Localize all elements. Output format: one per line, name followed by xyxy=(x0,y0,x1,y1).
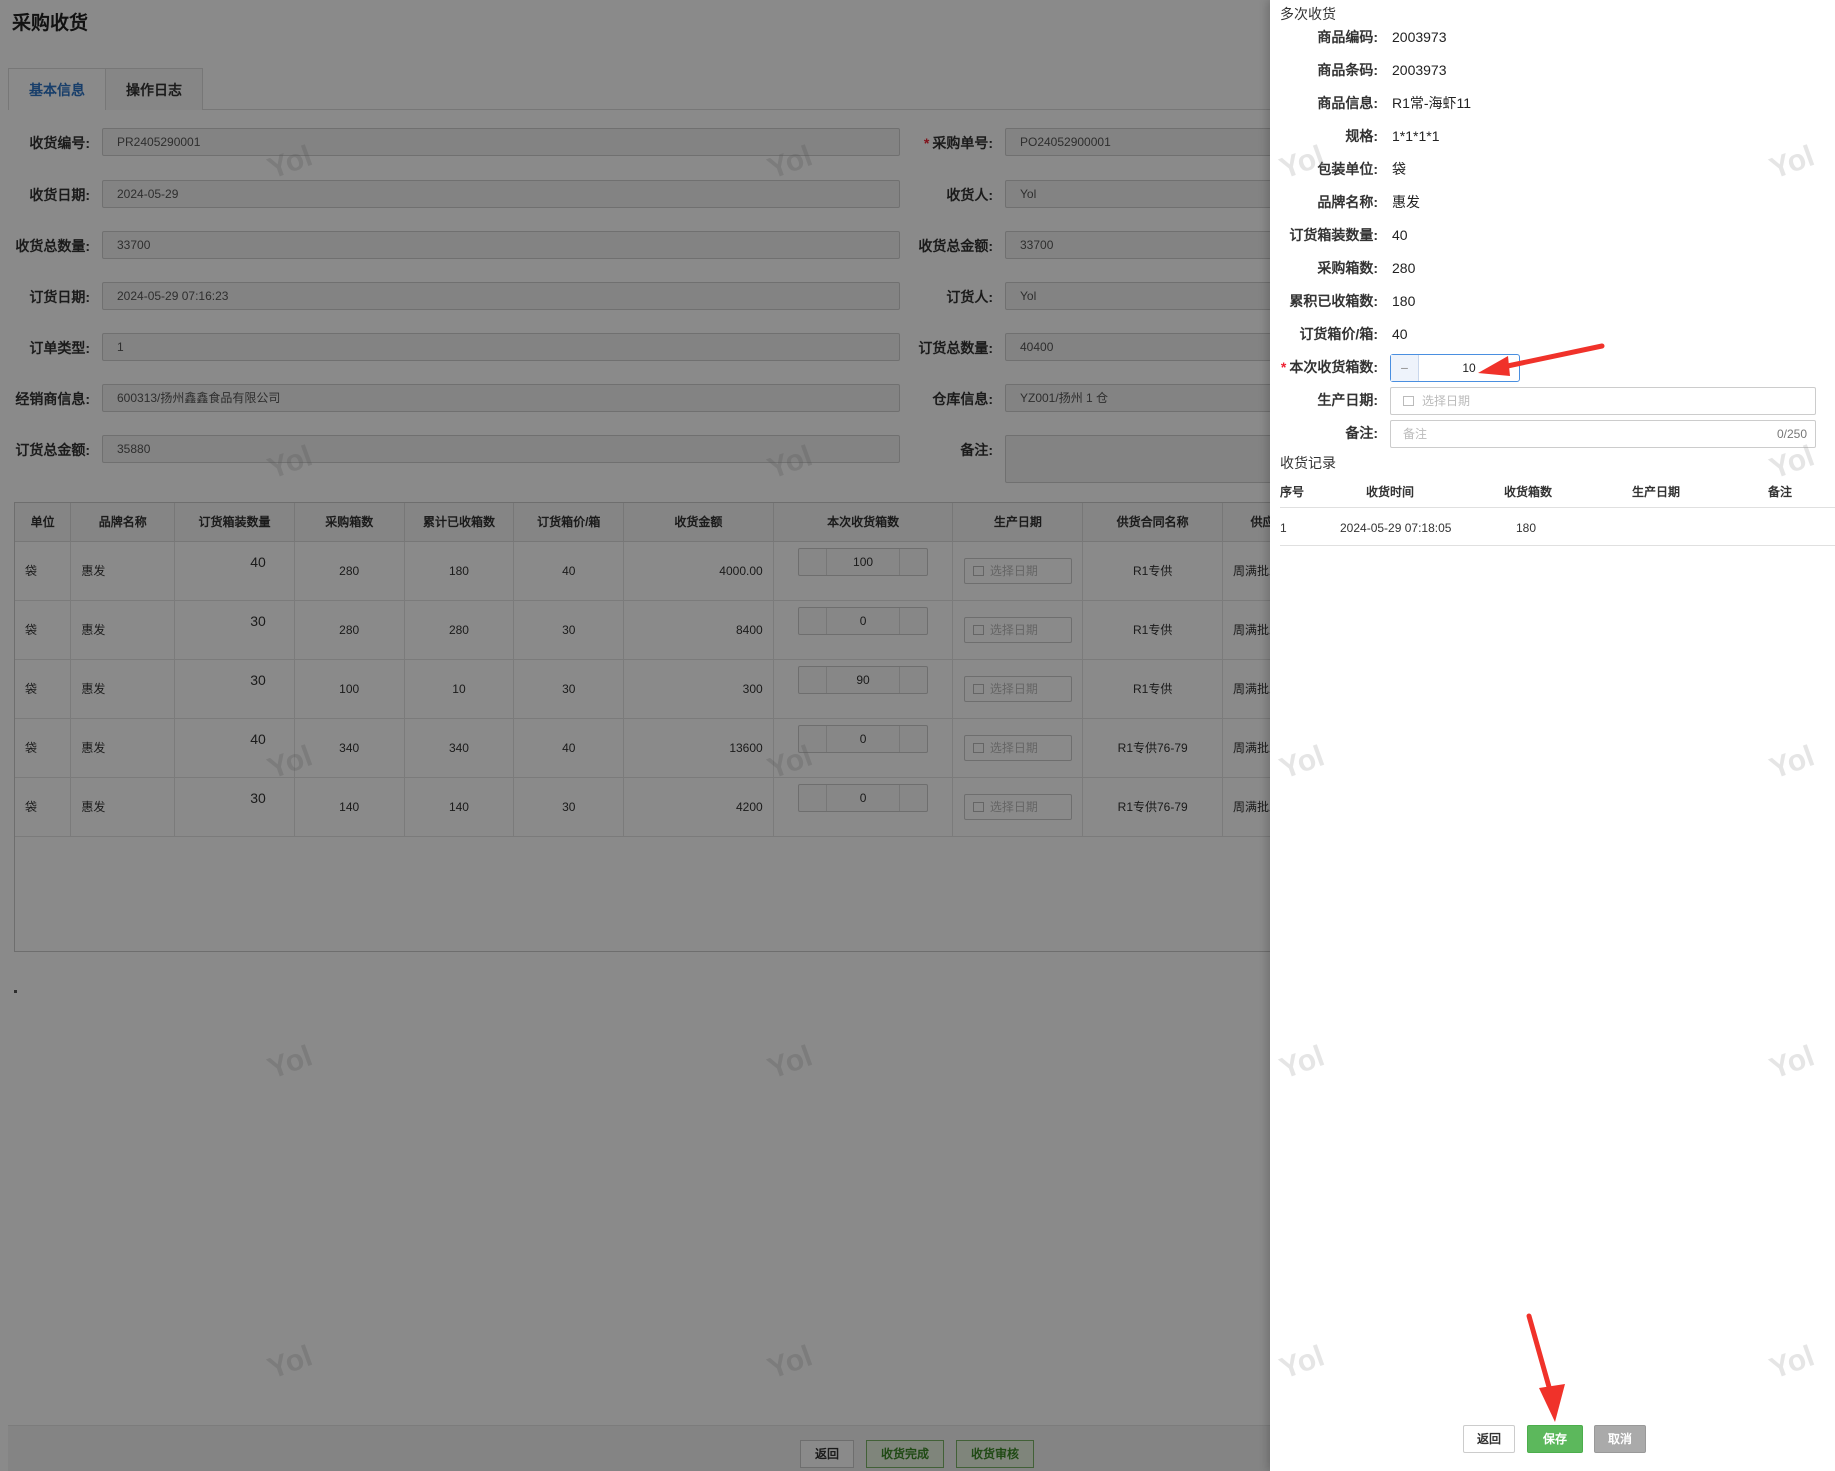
production-date-picker[interactable]: 选择日期 xyxy=(1390,387,1816,415)
info-row-box-price: 订货箱价/箱: 40 xyxy=(1270,323,1830,345)
info-label: 品牌名称: xyxy=(1317,194,1378,210)
required-mark: * xyxy=(1280,359,1287,375)
info-label: 商品编码: xyxy=(1317,29,1378,45)
watermark: Yol xyxy=(1765,739,1819,786)
records-row: 1 2024-05-29 07:18:05 180 xyxy=(1280,510,1835,546)
records-col-date: 生产日期 xyxy=(1632,485,1681,499)
records-col-remark: 备注 xyxy=(1768,485,1793,499)
info-value: 2003973 xyxy=(1392,62,1447,78)
info-row-spec: 规格: 1*1*1*1 xyxy=(1270,125,1830,147)
this-receipt-label: * 本次收货箱数: xyxy=(1280,359,1378,375)
records-header-row: 序号 收货时间 收货箱数 生产日期 备注 xyxy=(1280,476,1835,508)
info-value: 惠发 xyxy=(1392,194,1420,210)
info-value: 280 xyxy=(1392,260,1416,276)
info-row-product-code: 商品编码: 2003973 xyxy=(1270,26,1830,48)
info-row-received-boxes: 累积已收箱数: 180 xyxy=(1270,290,1830,312)
info-row-this-receipt: * 本次收货箱数: xyxy=(1270,356,1830,378)
watermark: Yol xyxy=(1275,1039,1329,1086)
records-title: 收货记录 xyxy=(1280,455,1336,471)
stepper-decrement-button[interactable]: − xyxy=(1391,355,1419,381)
record-time: 2024-05-29 07:18:05 xyxy=(1340,521,1452,535)
info-value: 袋 xyxy=(1392,161,1406,177)
info-label: 订货箱装数量: xyxy=(1289,227,1378,243)
info-label: 商品信息: xyxy=(1317,95,1378,111)
drawer-save-button[interactable]: 保存 xyxy=(1527,1425,1584,1453)
production-date-label: 生产日期: xyxy=(1317,392,1378,408)
drawer-back-button[interactable]: 返回 xyxy=(1463,1425,1516,1453)
multi-receipt-drawer: 多次收货 商品编码: 2003973 商品条码: 2003973 商品信息: R… xyxy=(1270,0,1835,1471)
watermark: Yol xyxy=(1765,1039,1819,1086)
info-row-purchase-boxes: 采购箱数: 280 xyxy=(1270,257,1830,279)
modal-backdrop[interactable] xyxy=(0,0,1270,1471)
remark-placeholder: 备注 xyxy=(1403,427,1428,441)
watermark: Yol xyxy=(1765,1339,1819,1386)
info-value: 180 xyxy=(1392,293,1416,309)
remark-label: 备注: xyxy=(1345,425,1378,441)
info-value: 2003973 xyxy=(1392,29,1447,45)
info-label: 累积已收箱数: xyxy=(1289,293,1378,309)
watermark: Yol xyxy=(1275,739,1329,786)
record-boxes: 180 xyxy=(1516,521,1537,535)
calendar-icon xyxy=(1403,396,1414,406)
drawer-title: 多次收货 xyxy=(1280,6,1336,22)
info-label: 采购箱数: xyxy=(1317,260,1378,276)
info-row-pack-unit: 包装单位: 袋 xyxy=(1270,158,1830,180)
info-row-barcode: 商品条码: 2003973 xyxy=(1270,59,1830,81)
info-row-product-info: 商品信息: R1常-海虾11 xyxy=(1270,92,1830,114)
info-value: 40 xyxy=(1392,227,1408,243)
remark-input[interactable]: 备注 0/250 xyxy=(1390,420,1816,448)
drawer-cancel-button[interactable]: 取消 xyxy=(1594,1425,1647,1453)
info-label: 包装单位: xyxy=(1317,161,1378,177)
info-value: 40 xyxy=(1392,326,1408,342)
info-value: R1常-海虾11 xyxy=(1392,95,1472,111)
info-label: 商品条码: xyxy=(1317,62,1378,78)
record-no: 1 xyxy=(1280,521,1287,535)
watermark: Yol xyxy=(1275,1339,1329,1386)
records-col-boxes: 收货箱数 xyxy=(1504,485,1553,499)
production-date-placeholder: 选择日期 xyxy=(1422,394,1471,408)
info-label: 订货箱价/箱: xyxy=(1299,326,1378,342)
records-col-time: 收货时间 xyxy=(1366,485,1415,499)
info-label: 规格: xyxy=(1345,128,1378,144)
remark-char-counter: 0/250 xyxy=(1776,427,1807,441)
info-row-pack-qty: 订货箱装数量: 40 xyxy=(1270,224,1830,246)
info-value: 1*1*1*1 xyxy=(1392,128,1440,144)
this-receipt-stepper[interactable]: − 10 xyxy=(1390,354,1520,382)
records-col-no: 序号 xyxy=(1280,485,1305,499)
this-receipt-input[interactable]: 10 xyxy=(1419,355,1519,381)
info-row-brand: 品牌名称: 惠发 xyxy=(1270,191,1830,213)
